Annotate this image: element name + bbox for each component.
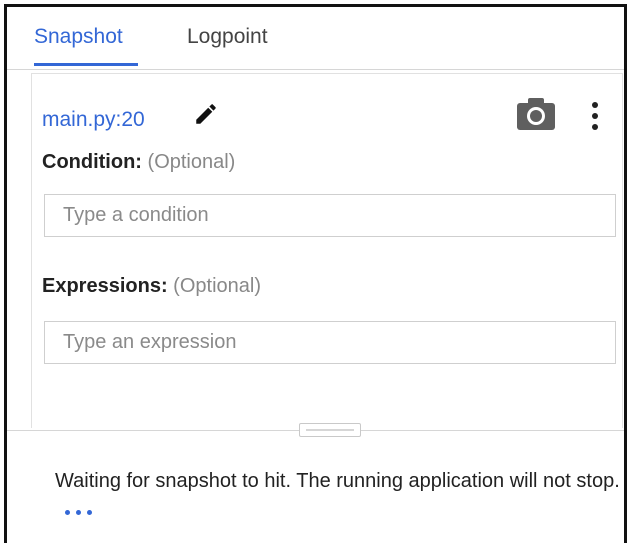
condition-label: Condition: (Optional): [42, 151, 235, 174]
tab-bar: Snapshot Logpoint: [7, 7, 624, 69]
tab-logpoint[interactable]: Logpoint: [187, 25, 268, 49]
expressions-label-text: Expressions:: [42, 275, 168, 297]
breakpoint-location-link[interactable]: main.py:20: [42, 108, 145, 132]
condition-input[interactable]: [44, 194, 616, 237]
condition-optional-hint: (Optional): [147, 151, 236, 173]
tab-snapshot[interactable]: Snapshot: [34, 25, 123, 49]
resize-handle[interactable]: [299, 423, 361, 437]
status-message: Waiting for snapshot to hit. The running…: [55, 466, 629, 527]
expressions-optional-hint: (Optional): [173, 275, 261, 297]
debugger-panel: Snapshot Logpoint main.py:20 Condition: …: [4, 4, 627, 543]
loading-dots-icon: [65, 497, 98, 527]
status-text: Waiting for snapshot to hit. The running…: [55, 470, 620, 492]
more-vert-icon[interactable]: [589, 100, 601, 132]
tab-divider: [7, 69, 624, 70]
condition-label-text: Condition:: [42, 151, 142, 173]
expression-input[interactable]: [44, 321, 616, 364]
active-tab-indicator: [34, 63, 138, 66]
camera-icon[interactable]: [515, 96, 557, 132]
edit-pencil-icon[interactable]: [193, 101, 219, 127]
expressions-label: Expressions: (Optional): [42, 275, 261, 298]
